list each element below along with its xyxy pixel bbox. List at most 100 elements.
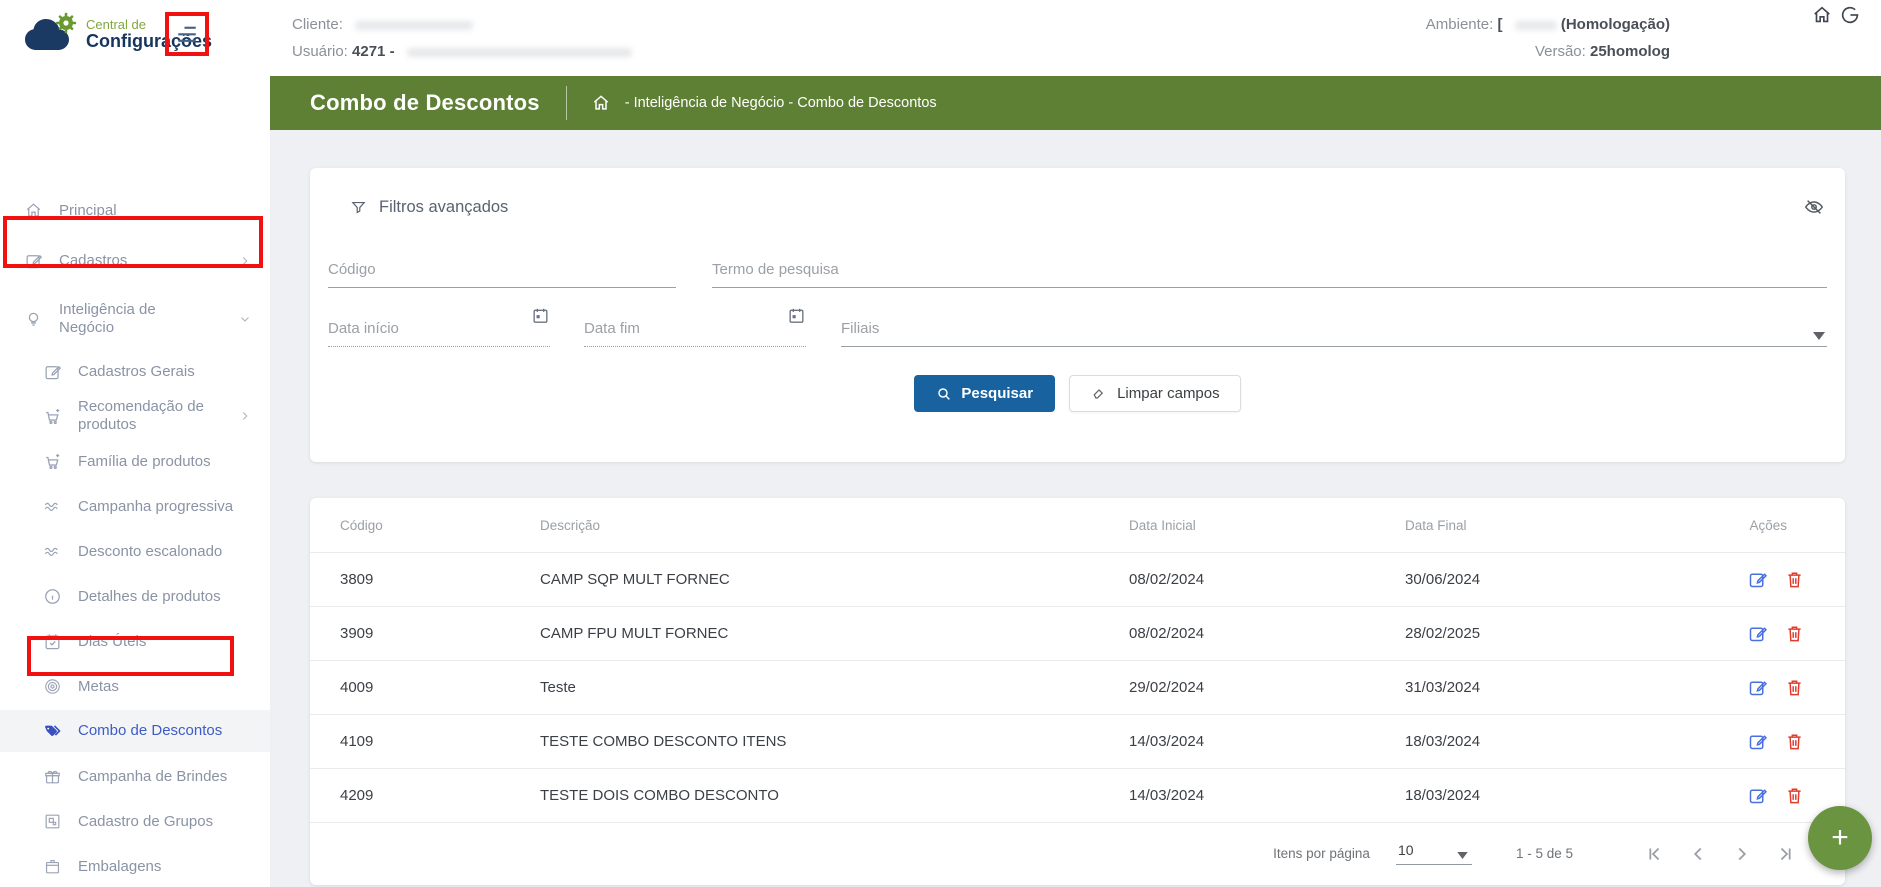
home-icon bbox=[24, 201, 43, 220]
items-per-page-label: Itens por página bbox=[1273, 846, 1370, 861]
groups-icon bbox=[43, 812, 62, 831]
sidebar-item-label: Metas bbox=[78, 678, 119, 696]
edit-icon[interactable] bbox=[1747, 785, 1768, 806]
table-row[interactable]: 3909 CAMP FPU MULT FORNEC 08/02/2024 28/… bbox=[310, 606, 1845, 660]
cell-data-inicial: 08/02/2024 bbox=[1129, 625, 1405, 642]
sidebar-item-desconto-escalonado[interactable]: Desconto escalonado bbox=[0, 529, 270, 574]
eye-off-icon[interactable] bbox=[1803, 196, 1825, 218]
cell-codigo: 4009 bbox=[340, 679, 540, 696]
previous-page-icon[interactable] bbox=[1687, 843, 1709, 865]
results-table: Código Descrição Data Inicial Data Final… bbox=[310, 498, 1845, 885]
search-button[interactable]: Pesquisar bbox=[914, 375, 1055, 412]
sidebar-item-label: Cadastro de Grupos bbox=[78, 813, 213, 831]
chevron-right-icon bbox=[238, 254, 252, 268]
sidebar-item-embalagens[interactable]: Embalagens bbox=[0, 844, 270, 887]
next-page-icon[interactable] bbox=[1731, 843, 1753, 865]
cell-descricao: CAMP SQP MULT FORNEC bbox=[540, 571, 1129, 588]
home-icon[interactable] bbox=[1811, 4, 1833, 26]
cell-codigo: 3809 bbox=[340, 571, 540, 588]
package-icon bbox=[43, 857, 62, 876]
sidebar: Principal Cadastros Inteligência de Negó… bbox=[0, 76, 270, 887]
main-content: Filtros avançados bbox=[270, 130, 1881, 887]
add-button[interactable]: + bbox=[1808, 806, 1872, 870]
sidebar-item-campanha-progressiva[interactable]: Campanha progressiva bbox=[0, 484, 270, 529]
lightbulb-icon bbox=[24, 310, 43, 329]
sidebar-item-cadastro-de-grupos[interactable]: Cadastro de Grupos bbox=[0, 799, 270, 844]
sidebar-item-dias-uteis[interactable]: Dias Úteis bbox=[0, 619, 270, 664]
data-fim-input[interactable] bbox=[584, 312, 806, 347]
target-icon bbox=[43, 677, 62, 696]
sidebar-item-cadastros[interactable]: Cadastros bbox=[0, 238, 270, 283]
cell-data-inicial: 08/02/2024 bbox=[1129, 571, 1405, 588]
redacted-cliente-value bbox=[355, 21, 473, 30]
edit-icon[interactable] bbox=[1747, 569, 1768, 590]
cell-data-inicial: 14/03/2024 bbox=[1129, 787, 1405, 804]
logout-icon[interactable] bbox=[1839, 4, 1861, 26]
sidebar-item-label: Embalagens bbox=[78, 858, 161, 876]
advanced-filters-panel: Filtros avançados bbox=[310, 168, 1845, 462]
sidebar-item-principal[interactable]: Principal bbox=[0, 188, 270, 233]
cell-acoes bbox=[1722, 731, 1845, 752]
sidebar-item-detalhes-de-produtos[interactable]: Detalhes de produtos bbox=[0, 574, 270, 619]
ambiente-value: (Homologação) bbox=[1561, 16, 1670, 33]
col-header-data-final: Data Final bbox=[1405, 518, 1722, 533]
edit-icon[interactable] bbox=[1747, 731, 1768, 752]
last-page-icon[interactable] bbox=[1775, 843, 1797, 865]
first-page-icon[interactable] bbox=[1643, 843, 1665, 865]
termo-pesquisa-input[interactable] bbox=[712, 253, 1827, 288]
calendar-icon[interactable] bbox=[531, 306, 550, 325]
delete-icon[interactable] bbox=[1784, 623, 1805, 644]
waves-icon bbox=[43, 542, 62, 561]
delete-icon[interactable] bbox=[1784, 785, 1805, 806]
cell-data-inicial: 29/02/2024 bbox=[1129, 679, 1405, 696]
dropdown-caret-icon[interactable] bbox=[1813, 327, 1825, 335]
table-row[interactable]: 4109 TESTE COMBO DESCONTO ITENS 14/03/20… bbox=[310, 714, 1845, 768]
corner-actions bbox=[1811, 4, 1861, 26]
cell-descricao: TESTE DOIS COMBO DESCONTO bbox=[540, 787, 1129, 804]
delete-icon[interactable] bbox=[1784, 677, 1805, 698]
sidebar-item-label: Combo de Descontos bbox=[78, 722, 222, 740]
cell-acoes bbox=[1722, 785, 1845, 806]
clear-fields-button[interactable]: Limpar campos bbox=[1069, 375, 1241, 412]
filter-actions: Pesquisar Limpar campos bbox=[310, 375, 1845, 412]
register-icon bbox=[43, 362, 62, 381]
codigo-input[interactable] bbox=[328, 253, 676, 288]
waves-icon bbox=[43, 497, 62, 516]
sidebar-item-recomendacao-de-produtos[interactable]: Recomendação de produtos bbox=[0, 388, 270, 444]
sidebar-item-campanha-de-brindes[interactable]: Campanha de Brindes bbox=[0, 754, 270, 799]
sidebar-item-label: Principal bbox=[59, 202, 117, 220]
col-header-codigo: Código bbox=[340, 518, 540, 533]
gift-icon bbox=[43, 767, 62, 786]
table-row[interactable]: 3809 CAMP SQP MULT FORNEC 08/02/2024 30/… bbox=[310, 552, 1845, 606]
edit-icon[interactable] bbox=[1747, 623, 1768, 644]
breadcrumb-home-icon[interactable] bbox=[591, 93, 611, 113]
sidebar-item-inteligencia-de-negocio[interactable]: Inteligência de Negócio bbox=[0, 288, 270, 350]
cell-data-final: 18/03/2024 bbox=[1405, 733, 1722, 750]
sidebar-item-metas[interactable]: Metas bbox=[0, 664, 270, 709]
sidebar-item-combo-de-descontos[interactable]: Combo de Descontos bbox=[0, 710, 270, 752]
search-button-label: Pesquisar bbox=[961, 385, 1033, 402]
cell-data-final: 31/03/2024 bbox=[1405, 679, 1722, 696]
sidebar-item-familia-de-produtos[interactable]: Família de produtos bbox=[0, 439, 270, 484]
redacted-ambiente-value bbox=[1515, 21, 1557, 30]
items-per-page-select[interactable]: 10 bbox=[1396, 842, 1472, 865]
edit-icon[interactable] bbox=[1747, 677, 1768, 698]
delete-icon[interactable] bbox=[1784, 731, 1805, 752]
delete-icon[interactable] bbox=[1784, 569, 1805, 590]
eraser-icon bbox=[1090, 385, 1107, 402]
plus-icon: + bbox=[1831, 821, 1849, 854]
table-row[interactable]: 4009 Teste 29/02/2024 31/03/2024 bbox=[310, 660, 1845, 714]
filiais-select[interactable] bbox=[841, 312, 1827, 347]
cell-codigo: 4109 bbox=[340, 733, 540, 750]
table-row[interactable]: 4209 TESTE DOIS COMBO DESCONTO 14/03/202… bbox=[310, 768, 1845, 822]
calendar-icon[interactable] bbox=[787, 306, 806, 325]
sidebar-item-label: Desconto escalonado bbox=[78, 543, 222, 561]
chevron-right-icon bbox=[238, 409, 252, 423]
col-header-acoes: Ações bbox=[1722, 518, 1845, 533]
menu-icon[interactable] bbox=[172, 19, 202, 49]
breadcrumb: - Inteligência de Negócio - Combo de Des… bbox=[625, 95, 937, 111]
cell-descricao: Teste bbox=[540, 679, 1129, 696]
environment-info: Ambiente: [ (Homologação) Versão: 25homo… bbox=[1426, 11, 1670, 65]
data-inicio-input[interactable] bbox=[328, 312, 550, 347]
cell-descricao: TESTE COMBO DESCONTO ITENS bbox=[540, 733, 1129, 750]
